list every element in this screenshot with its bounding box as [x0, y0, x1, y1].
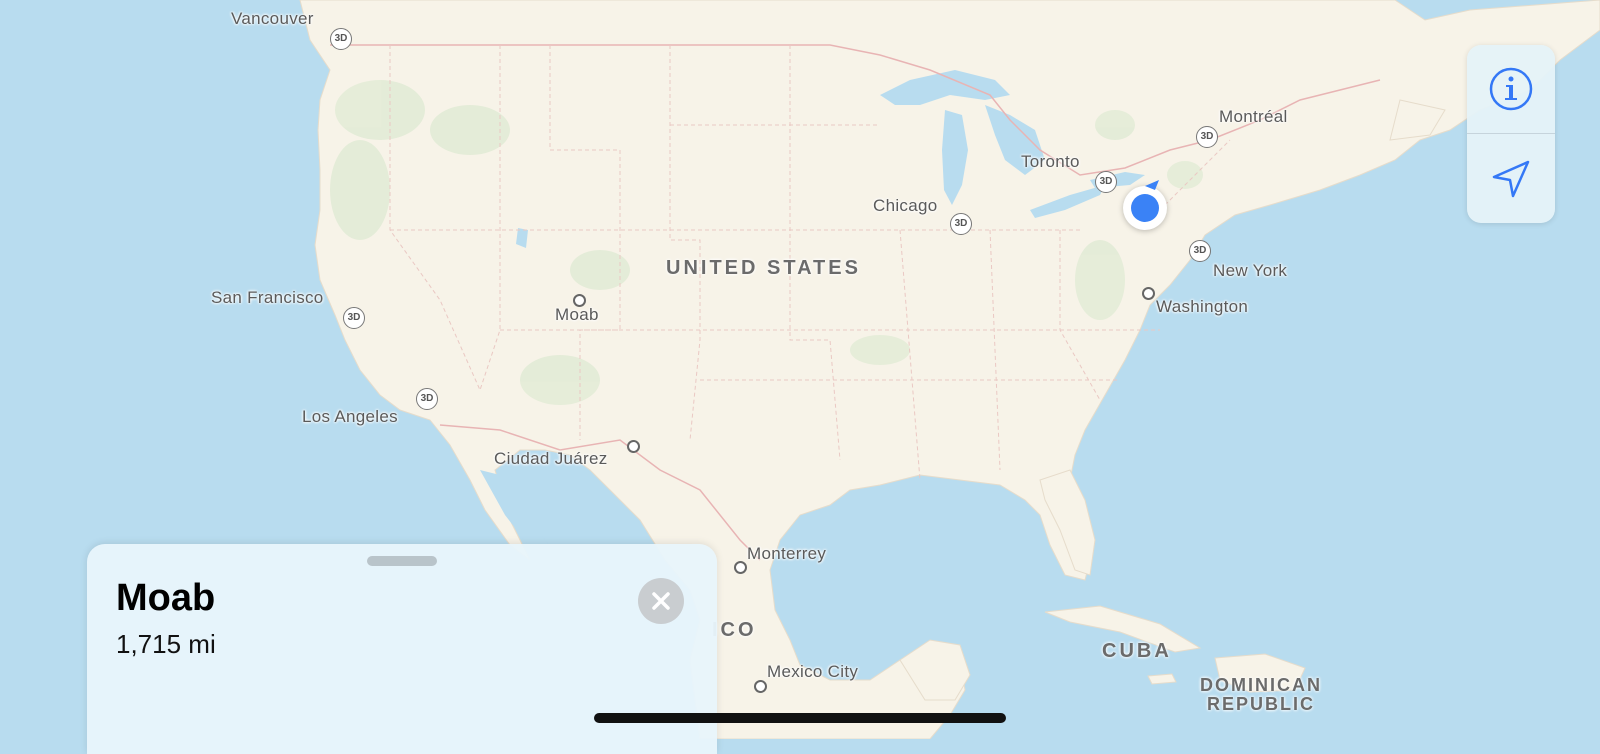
city-dot-washington[interactable]: [1142, 287, 1155, 300]
city-label-los-angeles[interactable]: Los Angeles: [302, 407, 398, 427]
home-indicator[interactable]: [594, 713, 1006, 723]
country-label-cuba: CUBA: [1102, 640, 1172, 662]
city-label-new-york[interactable]: New York: [1213, 261, 1287, 281]
3d-badge-vancouver[interactable]: 3D: [330, 28, 352, 50]
city-label-toronto[interactable]: Toronto: [1021, 152, 1080, 172]
heading-indicator-icon: [1145, 180, 1159, 190]
map-controls: [1467, 45, 1555, 223]
city-label-washington[interactable]: Washington: [1156, 297, 1248, 317]
city-dot-monterrey[interactable]: [734, 561, 747, 574]
3d-badge-new-york[interactable]: 3D: [1189, 240, 1211, 262]
country-label-dominican-line2: REPUBLIC: [1206, 694, 1315, 714]
country-label-united-states: UNITED STATES: [666, 257, 861, 279]
place-distance: 1,715 mi: [116, 629, 216, 659]
city-dot-mexico-city[interactable]: [754, 680, 767, 693]
city-label-moab[interactable]: Moab: [555, 305, 599, 325]
3d-badge-san-francisco[interactable]: 3D: [343, 307, 365, 329]
user-location-dot: [1131, 194, 1159, 222]
close-button[interactable]: [638, 578, 684, 624]
city-label-san-francisco[interactable]: San Francisco: [211, 288, 324, 308]
place-title: Moab: [116, 577, 216, 619]
current-location-button[interactable]: [1467, 135, 1555, 223]
info-button[interactable]: [1467, 45, 1555, 133]
land-jamaica: [1147, 673, 1177, 685]
city-label-monterrey[interactable]: Monterrey: [747, 544, 826, 564]
city-label-vancouver[interactable]: Vancouver: [231, 9, 314, 29]
3d-badge-toronto[interactable]: 3D: [1095, 171, 1117, 193]
country-label-dominican-line1: DOMINICAN: [1200, 675, 1322, 695]
info-icon: [1489, 67, 1533, 111]
location-arrow-icon: [1492, 160, 1530, 198]
3d-badge-chicago[interactable]: 3D: [950, 213, 972, 235]
3d-badge-montreal[interactable]: 3D: [1196, 126, 1218, 148]
city-label-chicago[interactable]: Chicago: [873, 196, 937, 216]
city-label-ciudad-juarez[interactable]: Ciudad Juárez: [494, 449, 608, 469]
city-dot-ciudad-juarez[interactable]: [627, 440, 640, 453]
city-label-montreal[interactable]: Montréal: [1219, 107, 1288, 127]
close-icon: [652, 592, 670, 610]
country-label-dominican-republic: DOMINICAN REPUBLIC: [1200, 676, 1322, 714]
city-label-mexico-city[interactable]: Mexico City: [767, 662, 858, 682]
controls-divider: [1467, 133, 1555, 134]
3d-badge-los-angeles[interactable]: 3D: [416, 388, 438, 410]
user-location-marker[interactable]: [1123, 180, 1167, 230]
country-label-mexico: ICO: [712, 619, 757, 641]
sheet-grabber[interactable]: [367, 556, 437, 566]
